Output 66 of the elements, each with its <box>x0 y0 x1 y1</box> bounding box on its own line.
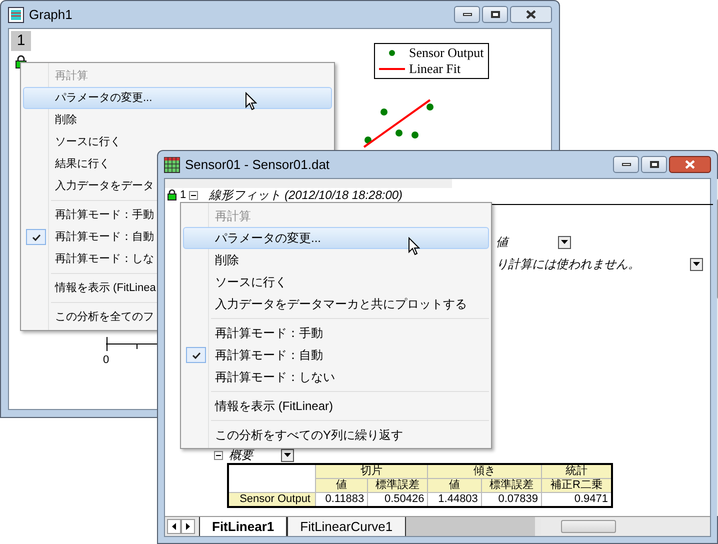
dropdown-button[interactable] <box>281 448 294 462</box>
maximize-button[interactable] <box>482 6 508 23</box>
menu-item[interactable]: 再計算モード：しな <box>23 248 156 270</box>
column-header: 標準誤差 <box>368 478 428 492</box>
minimize-button[interactable] <box>613 156 639 173</box>
close-button[interactable] <box>510 6 552 23</box>
menu-item[interactable]: この分析を全てのフ <box>23 306 156 328</box>
menu-item[interactable]: パラメータの変更... <box>23 87 332 109</box>
window-title: Graph1 <box>29 6 72 24</box>
close-icon <box>685 160 695 169</box>
lock-icon <box>167 189 177 201</box>
report-heading: 線形フィット (2012/10/18 18:28:00) <box>209 189 403 201</box>
menu-item[interactable]: 再計算モード：手動 <box>183 322 489 344</box>
column-group-header: 統計 <box>542 464 612 478</box>
section-title: 概要 <box>229 447 253 464</box>
sheet-tab[interactable]: FitLinear1 <box>199 517 288 536</box>
caret-icon <box>284 453 291 457</box>
column-header: 補正R二乗 <box>542 478 612 492</box>
row-header: Sensor Output <box>228 492 315 507</box>
column-group-header: 切片 <box>315 464 428 478</box>
section-number: 1 <box>180 190 186 200</box>
column-group-header: 傾き <box>428 464 542 478</box>
legend-label: Sensor Output <box>409 45 484 61</box>
maximize-button[interactable] <box>641 156 667 173</box>
cursor-icon <box>245 92 257 111</box>
dropdown-button[interactable] <box>558 236 571 248</box>
note-text: 値 <box>496 234 508 251</box>
collapse-icon[interactable] <box>189 190 198 200</box>
menu-item[interactable]: 再計算モード：手動 <box>23 204 156 226</box>
tab-scroll-right-button[interactable] <box>181 519 195 534</box>
graph-window-icon <box>8 6 24 22</box>
window-title: Sensor01 - Sensor01.dat <box>185 156 330 174</box>
menu-item[interactable]: ソースに行く <box>23 131 156 153</box>
menu-item[interactable]: この分析をすべてのY列に繰り返す <box>183 424 489 446</box>
menu-item[interactable]: 再計算モード：しない <box>183 366 489 388</box>
menu-item[interactable]: 再計算モード：自動 <box>183 344 489 366</box>
dropdown-button[interactable] <box>690 258 703 270</box>
menu-item[interactable]: パラメータの変更... <box>183 227 489 249</box>
tab-scroll-left-button[interactable] <box>167 519 181 534</box>
axis-tick-label: 0 <box>103 353 110 368</box>
column-header: 値 <box>428 478 482 492</box>
close-icon <box>526 10 536 19</box>
menu-item[interactable]: 入力データをデータマーカと共にプロットする <box>183 293 489 315</box>
close-button[interactable] <box>669 156 711 173</box>
menu-item[interactable]: 削除 <box>23 109 332 131</box>
note-text: り計算には使われません。 <box>496 256 640 273</box>
menu-item[interactable]: 情報を表示 (FitLinea <box>23 277 156 299</box>
caret-icon <box>561 240 568 244</box>
menu-item[interactable]: 削除 <box>183 249 489 271</box>
worksheet-icon <box>164 156 180 172</box>
menu-item[interactable]: 情報を表示 (FitLinear) <box>183 395 489 417</box>
layer-tab[interactable]: 1 <box>11 31 31 51</box>
left-arrow-icon <box>172 523 176 530</box>
caret-icon <box>693 262 700 266</box>
menu-item[interactable]: ソースに行く <box>183 271 489 293</box>
right-arrow-icon <box>186 523 190 530</box>
column-header: 標準誤差 <box>481 478 542 492</box>
minimize-button[interactable] <box>454 6 480 23</box>
menu-item[interactable]: 結果に行く <box>23 153 156 175</box>
menu-item[interactable]: 入力データをデータ <box>23 175 156 197</box>
cursor-icon <box>408 237 420 256</box>
collapse-icon[interactable] <box>214 450 223 460</box>
legend-label: Linear Fit <box>409 61 461 77</box>
column-header: 値 <box>315 478 368 492</box>
menu-item[interactable]: 再計算モード：自動 <box>23 226 156 248</box>
sheet-tab[interactable]: FitLinearCurve1 <box>287 517 406 536</box>
